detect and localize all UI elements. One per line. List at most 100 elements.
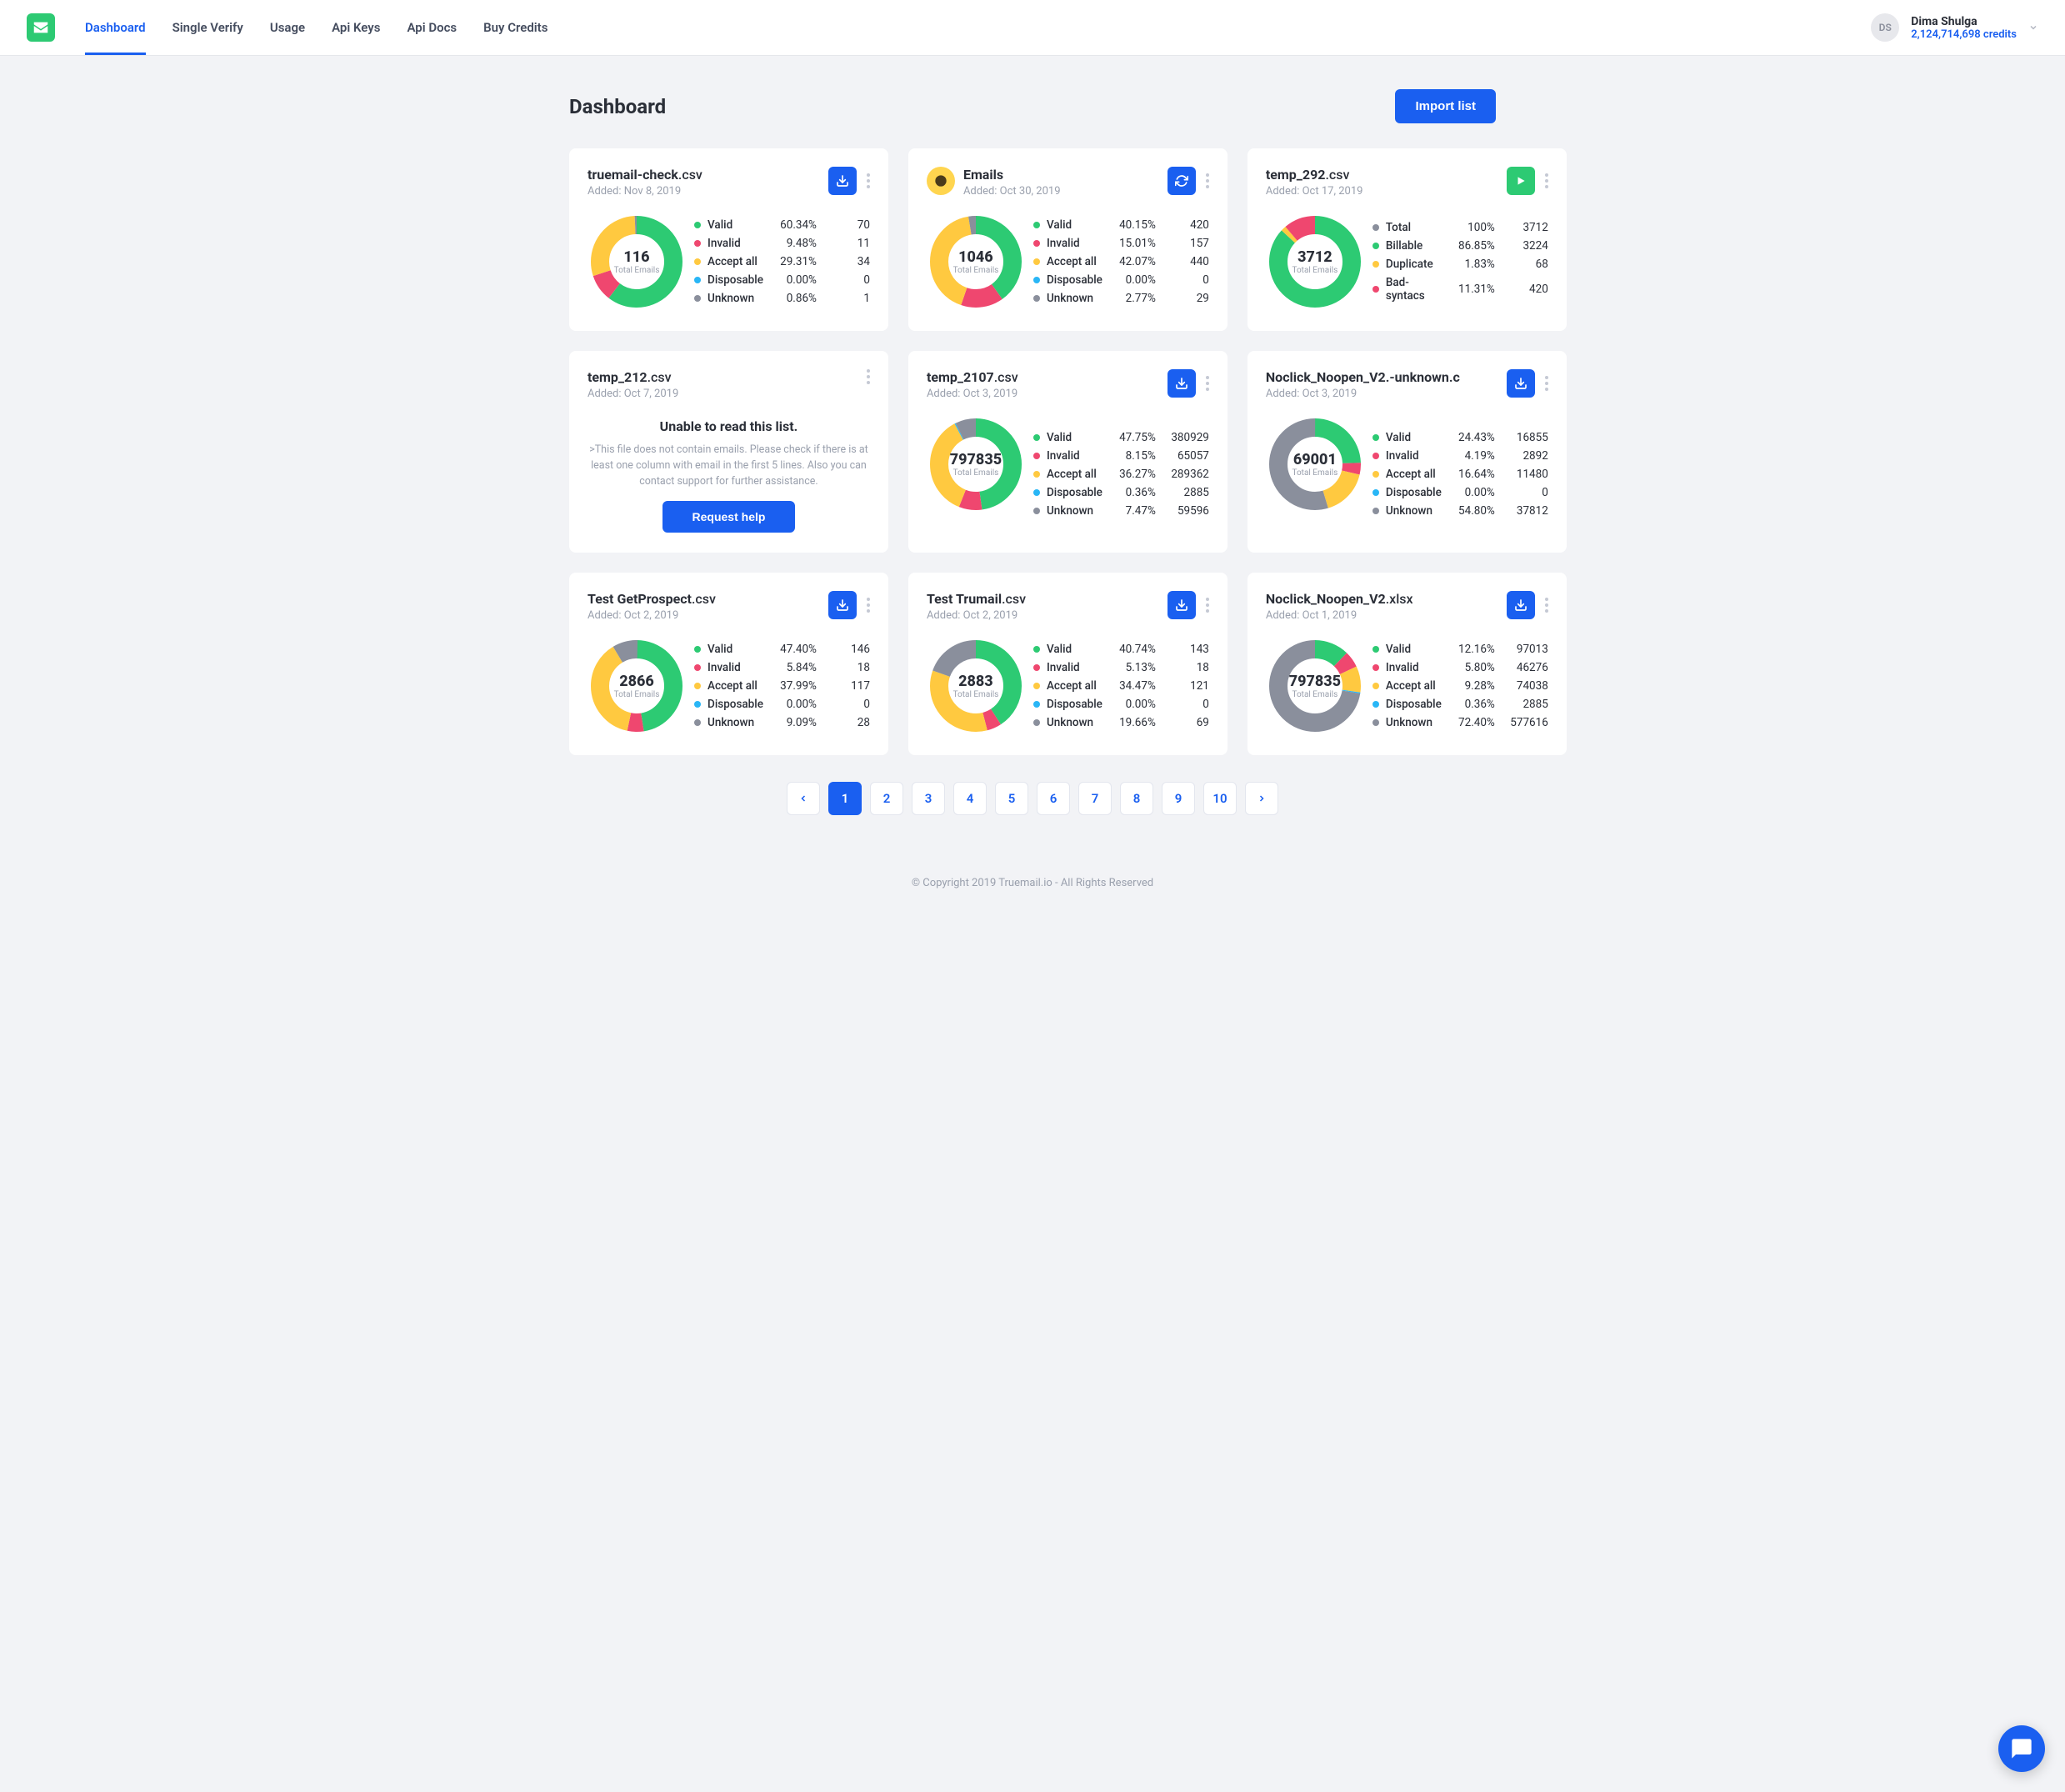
- more-menu-icon[interactable]: [1206, 173, 1209, 188]
- stat-percent: 19.66%: [1109, 716, 1156, 729]
- donut-chart: 116 Total Emails: [588, 213, 686, 311]
- page-button[interactable]: 3: [912, 782, 945, 815]
- stat-dot-icon: [694, 222, 701, 228]
- stat-label: Disposable: [1047, 273, 1102, 287]
- page-button[interactable]: 5: [995, 782, 1028, 815]
- page-button[interactable]: 1: [828, 782, 862, 815]
- user-menu[interactable]: DS Dima Shulga 2,124,714,698 credits: [1871, 13, 2038, 42]
- stat-percent: 12.16%: [1448, 643, 1495, 656]
- stat-dot-icon: [1372, 434, 1379, 441]
- page-button[interactable]: 7: [1078, 782, 1112, 815]
- stat-value: 420: [1162, 218, 1209, 232]
- stat-row: Valid 24.43% 16855: [1372, 431, 1548, 444]
- stat-percent: 0.00%: [1109, 698, 1156, 711]
- stat-label: Accept all: [1047, 679, 1102, 693]
- donut-total: 69001: [1293, 451, 1337, 468]
- nav-link-usage[interactable]: Usage: [270, 1, 305, 54]
- stat-percent: 4.19%: [1448, 449, 1495, 463]
- donut-chart: 797835 Total Emails: [927, 415, 1025, 513]
- card-title: Test GetProspect.csv: [588, 591, 822, 607]
- stat-row: Invalid 15.01% 157: [1033, 237, 1209, 250]
- nav-link-dashboard[interactable]: Dashboard: [85, 1, 146, 54]
- stat-value: 0: [823, 698, 870, 711]
- stat-value: 69: [1162, 716, 1209, 729]
- more-menu-icon[interactable]: [867, 598, 870, 613]
- more-menu-icon[interactable]: [1545, 598, 1548, 613]
- stat-dot-icon: [694, 295, 701, 302]
- list-card: Test Trumail.csv Added: Oct 2, 2019 2883…: [908, 573, 1228, 755]
- card-added-date: Added: Oct 17, 2019: [1266, 185, 1500, 198]
- stat-row: Disposable 0.00% 0: [1033, 698, 1209, 711]
- download-button[interactable]: [1507, 591, 1535, 619]
- stat-percent: 2.77%: [1109, 292, 1156, 305]
- page-button[interactable]: 8: [1120, 782, 1153, 815]
- stat-row: Disposable 0.00% 0: [694, 698, 870, 711]
- stat-label: Accept all: [1047, 255, 1102, 268]
- donut-chart: 797835 Total Emails: [1266, 637, 1364, 735]
- card-title: temp_212.csv: [588, 369, 860, 385]
- stat-value: 0: [823, 273, 870, 287]
- nav-link-api-docs[interactable]: Api Docs: [407, 1, 457, 54]
- more-menu-icon[interactable]: [867, 173, 870, 188]
- stat-dot-icon: [1033, 222, 1040, 228]
- more-menu-icon[interactable]: [1545, 173, 1548, 188]
- logo[interactable]: [27, 13, 55, 42]
- chat-widget[interactable]: [1998, 1725, 2045, 1772]
- download-button[interactable]: [1507, 369, 1535, 398]
- stat-dot-icon: [694, 683, 701, 689]
- stat-row: Unknown 0.86% 1: [694, 292, 870, 305]
- stat-row: Invalid 5.84% 18: [694, 661, 870, 674]
- stat-percent: 47.75%: [1109, 431, 1156, 444]
- donut-chart: 2866 Total Emails: [588, 637, 686, 735]
- request-help-button[interactable]: Request help: [662, 501, 796, 533]
- more-menu-icon[interactable]: [1545, 376, 1548, 391]
- stat-percent: 54.80%: [1448, 504, 1495, 518]
- download-button[interactable]: [1168, 369, 1196, 398]
- card-added-date: Added: Oct 2, 2019: [588, 609, 822, 622]
- stat-label: Disposable: [1386, 486, 1442, 499]
- stat-label: Unknown: [708, 716, 763, 729]
- nav-link-api-keys[interactable]: Api Keys: [332, 1, 380, 54]
- download-button[interactable]: [828, 167, 857, 195]
- play-button[interactable]: [1507, 167, 1535, 195]
- stat-row: Unknown 2.77% 29: [1033, 292, 1209, 305]
- page-button[interactable]: 4: [953, 782, 987, 815]
- stat-label: Billable: [1386, 239, 1442, 253]
- page-title: Dashboard: [569, 95, 666, 118]
- page-button[interactable]: 6: [1037, 782, 1070, 815]
- nav-link-buy-credits[interactable]: Buy Credits: [483, 1, 548, 54]
- stat-dot-icon: [1372, 286, 1379, 293]
- card-title: Noclick_Noopen_V2.-unknown.c: [1266, 369, 1500, 385]
- more-menu-icon[interactable]: [867, 369, 870, 384]
- list-card: Emails Added: Oct 30, 2019 1046 Total Em…: [908, 148, 1228, 331]
- stat-row: Accept all 9.28% 74038: [1372, 679, 1548, 693]
- stat-dot-icon: [1033, 664, 1040, 671]
- donut-label: Total Emails: [953, 468, 999, 478]
- list-card: Noclick_Noopen_V2.-unknown.c Added: Oct …: [1248, 351, 1567, 553]
- page-button[interactable]: 9: [1162, 782, 1195, 815]
- stat-row: Bad-syntacs 11.31% 420: [1372, 276, 1548, 303]
- stat-value: 157: [1162, 237, 1209, 250]
- stat-label: Invalid: [708, 661, 763, 674]
- user-credits: 2,124,714,698 credits: [1911, 28, 2017, 41]
- download-button[interactable]: [828, 591, 857, 619]
- stat-dot-icon: [1033, 508, 1040, 514]
- import-list-button[interactable]: Import list: [1395, 89, 1496, 123]
- refresh-button[interactable]: [1168, 167, 1196, 195]
- more-menu-icon[interactable]: [1206, 598, 1209, 613]
- page-button[interactable]: 10: [1203, 782, 1237, 815]
- donut-total: 797835: [1289, 673, 1341, 690]
- stat-value: 0: [1502, 486, 1548, 499]
- download-button[interactable]: [1168, 591, 1196, 619]
- more-menu-icon[interactable]: [1206, 376, 1209, 391]
- page-button[interactable]: 2: [870, 782, 903, 815]
- next-page-button[interactable]: [1245, 782, 1278, 815]
- stat-value: 420: [1502, 283, 1548, 296]
- stat-value: 3224: [1502, 239, 1548, 253]
- donut-label: Total Emails: [1292, 690, 1338, 699]
- stat-label: Valid: [708, 643, 763, 656]
- nav-link-single-verify[interactable]: Single Verify: [172, 1, 243, 54]
- stat-percent: 0.36%: [1109, 486, 1156, 499]
- prev-page-button[interactable]: [787, 782, 820, 815]
- card-added-date: Added: Nov 8, 2019: [588, 185, 822, 198]
